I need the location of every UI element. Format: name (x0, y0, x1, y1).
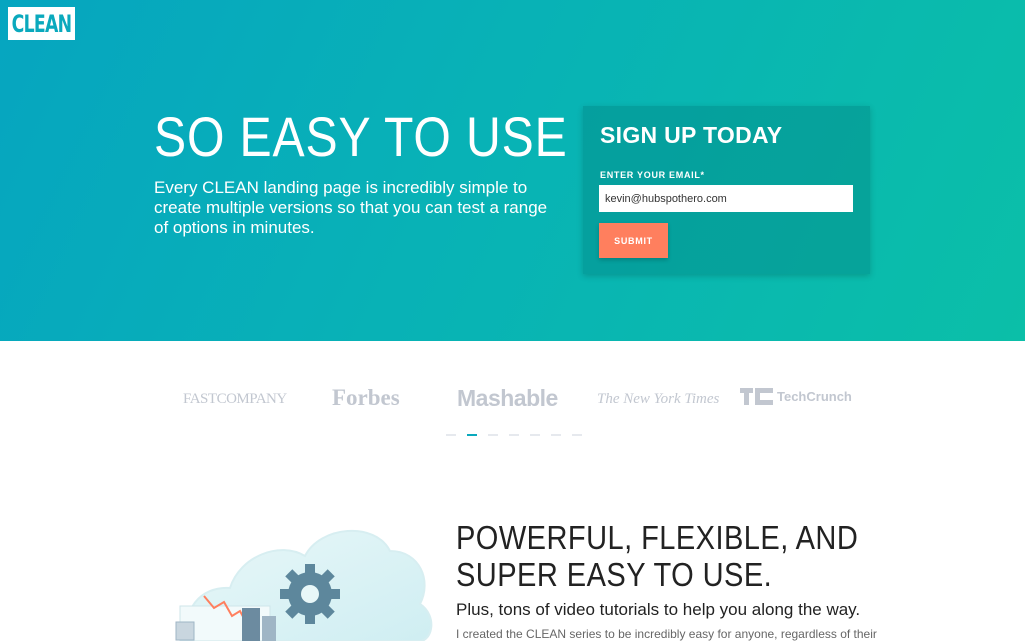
carousel-dot[interactable] (551, 434, 561, 436)
cloud-gear-illustration (175, 530, 433, 641)
carousel-dot[interactable] (530, 434, 540, 436)
gear-icon (280, 564, 340, 624)
feature-title: POWERFUL, FLEXIBLE, AND SUPER EASY TO US… (456, 519, 859, 593)
email-field[interactable] (599, 185, 853, 212)
techcrunch-mark-icon (740, 388, 773, 405)
feature-subtitle: Plus, tons of video tutorials to help yo… (456, 600, 861, 619)
email-label: ENTER YOUR EMAIL* (600, 170, 705, 180)
fast-company-logo: FASTCOMPANY (183, 391, 287, 407)
carousel-dot-active[interactable] (467, 434, 477, 436)
signup-title: SIGN UP TODAY (600, 122, 783, 148)
techcrunch-logo: TechCrunch (740, 388, 852, 405)
carousel-dot[interactable] (572, 434, 582, 436)
mashable-logo: Mashable (457, 385, 558, 411)
new-york-times-logo: The New York Times (597, 391, 720, 407)
forbes-logo: Forbes (332, 385, 400, 410)
carousel-dot[interactable] (488, 434, 498, 436)
hero-title: SO EASY TO USE (154, 105, 568, 168)
hero-subtitle: Every CLEAN landing page is incredibly s… (154, 178, 548, 237)
clean-logo[interactable]: CLEAN (8, 7, 75, 40)
carousel-dot[interactable] (446, 434, 456, 436)
techcrunch-wordmark: TechCrunch (777, 389, 852, 404)
press-logos-strip: FASTCOMPANY Forbes Mashable The New York… (0, 341, 1025, 451)
signup-form: SIGN UP TODAY ENTER YOUR EMAIL* SUBMIT (583, 106, 870, 274)
hero-section: CLEAN SO EASY TO USE Every CLEAN landing… (0, 0, 1025, 341)
feature-body: I created the CLEAN series to be incredi… (456, 627, 877, 641)
carousel-dots (446, 434, 582, 436)
submit-button[interactable]: SUBMIT (599, 223, 668, 258)
carousel-dot[interactable] (509, 434, 519, 436)
logo-text: CLEAN (11, 9, 72, 38)
